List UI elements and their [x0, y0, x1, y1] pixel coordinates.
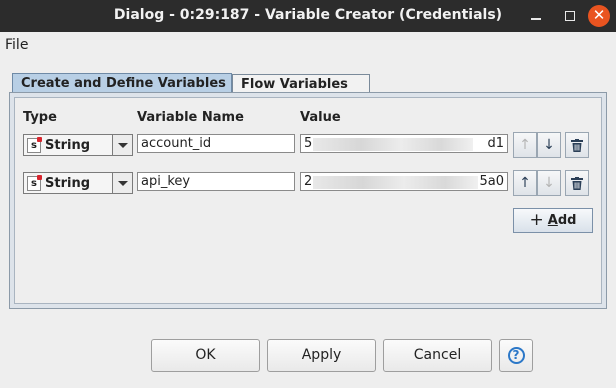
move-down-button[interactable]: ↓ — [537, 170, 561, 196]
menu-file[interactable]: File — [5, 37, 28, 53]
variable-name-input[interactable]: account_id — [137, 134, 295, 153]
variable-value-input[interactable]: 2 5a0 — [300, 172, 508, 191]
trash-icon — [571, 177, 583, 190]
move-up-button[interactable]: ↑ — [513, 170, 537, 196]
dropdown-arrow-icon[interactable] — [112, 135, 132, 155]
value-end: d1 — [486, 136, 504, 151]
add-variable-button[interactable]: + Add — [513, 208, 593, 233]
move-up-button[interactable]: ↑ — [513, 132, 537, 158]
tab-create-define-variables[interactable]: Create and Define Variables — [12, 73, 232, 93]
tab-panel: Type Variable Name Value s String accoun… — [9, 92, 607, 309]
help-button[interactable]: ? — [499, 339, 533, 372]
type-select[interactable]: s String — [23, 134, 133, 156]
type-select-value: String — [45, 176, 91, 191]
tab-flow-variables[interactable]: Flow Variables — [232, 74, 370, 94]
ok-button[interactable]: OK — [151, 339, 260, 372]
plus-icon: + — [529, 210, 544, 230]
minimize-icon — [531, 18, 541, 20]
variables-table: Type Variable Name Value s String accoun… — [14, 97, 602, 304]
table-row: s String api_key 2 5a0 ↑ ↓ — [15, 170, 603, 196]
maximize-icon — [565, 11, 575, 21]
apply-button[interactable]: Apply — [267, 339, 376, 372]
variable-value-input[interactable]: 5 d1 — [300, 134, 508, 153]
menu-bar: File — [0, 32, 616, 56]
add-label-rest: dd — [557, 213, 577, 228]
type-select[interactable]: s String — [23, 172, 133, 194]
move-down-button[interactable]: ↓ — [537, 132, 561, 158]
cancel-button[interactable]: Cancel — [383, 339, 492, 372]
minimize-button[interactable] — [523, 4, 549, 28]
table-row: s String account_id 5 d1 ↑ ↓ — [15, 132, 603, 158]
delete-row-button[interactable] — [565, 132, 589, 158]
type-select-value: String — [45, 138, 91, 153]
value-end: 5a0 — [478, 174, 504, 189]
add-mnemonic: A — [547, 213, 558, 228]
title-bar: Dialog - 0:29:187 - Variable Creator (Cr… — [0, 0, 616, 32]
string-type-icon: s — [27, 175, 42, 191]
close-icon: ✕ — [592, 6, 606, 24]
close-button[interactable]: ✕ — [588, 5, 610, 27]
header-type: Type — [23, 110, 57, 125]
value-start: 2 — [304, 174, 313, 189]
trash-icon — [571, 139, 583, 152]
redacted-value — [313, 176, 478, 189]
maximize-button[interactable] — [557, 4, 583, 28]
header-value: Value — [300, 110, 341, 125]
dropdown-arrow-icon[interactable] — [112, 173, 132, 193]
string-type-icon: s — [27, 137, 42, 153]
value-start: 5 — [304, 136, 313, 151]
delete-row-button[interactable] — [565, 170, 589, 196]
help-icon: ? — [507, 347, 525, 364]
variable-name-input[interactable]: api_key — [137, 172, 295, 191]
redacted-value — [313, 138, 473, 151]
header-variable-name: Variable Name — [137, 110, 244, 125]
